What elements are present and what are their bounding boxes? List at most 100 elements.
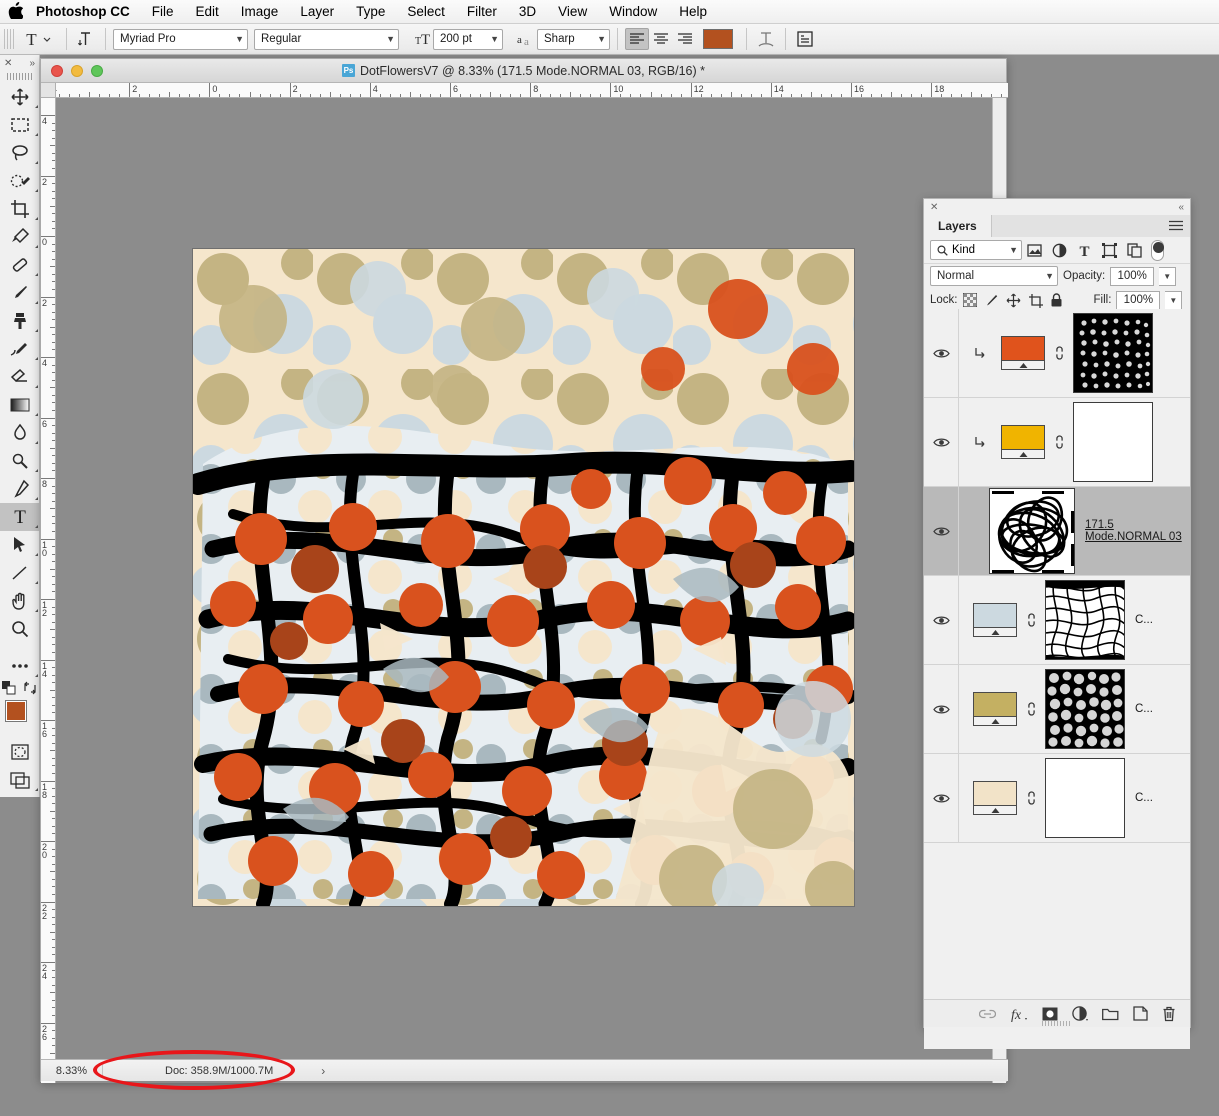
ruler-corner[interactable]: [41, 83, 56, 98]
apple-logo-icon[interactable]: [0, 2, 30, 21]
lock-artboard-icon[interactable]: [1028, 293, 1043, 308]
lasso-tool[interactable]: [0, 139, 40, 167]
double-chevron-right-icon[interactable]: »: [29, 58, 35, 69]
panel-menu-icon[interactable]: [1169, 220, 1183, 231]
artboard[interactable]: [193, 249, 854, 906]
pixel-layer-filter-icon[interactable]: [1022, 239, 1047, 261]
quick-selection-tool[interactable]: [0, 167, 40, 195]
canvas-area[interactable]: [56, 98, 993, 1083]
type-layer-filter-icon[interactable]: T: [1072, 239, 1097, 261]
pen-tool[interactable]: [0, 475, 40, 503]
zoom-level-field[interactable]: 8.33%: [41, 1064, 103, 1077]
layer-thumbnail[interactable]: [973, 781, 1017, 815]
hand-tool[interactable]: [0, 587, 40, 615]
table-row[interactable]: C...: [924, 753, 1190, 843]
lock-transparent-pixels-icon[interactable]: [962, 293, 977, 307]
spot-healing-brush-tool[interactable]: [0, 251, 40, 279]
shape-layer-filter-icon[interactable]: [1097, 239, 1122, 261]
menu-edit[interactable]: Edit: [185, 0, 230, 24]
eraser-tool[interactable]: [0, 363, 40, 391]
lock-image-pixels-icon[interactable]: [984, 293, 999, 308]
text-orientation-icon[interactable]: [74, 28, 98, 50]
dodge-tool[interactable]: [0, 447, 40, 475]
adjustment-layer-filter-icon[interactable]: [1047, 239, 1072, 261]
layer-thumbnail[interactable]: [1001, 336, 1045, 370]
link-icon[interactable]: [1045, 344, 1073, 362]
table-row[interactable]: 171.5 Mode.NORMAL 03: [924, 486, 1190, 576]
fill-input[interactable]: 100%: [1116, 290, 1161, 310]
layer-thumbnail[interactable]: [989, 488, 1075, 574]
align-center-icon[interactable]: [649, 28, 673, 50]
status-expand-arrow-icon[interactable]: ›: [273, 1064, 325, 1078]
layer-thumbnail[interactable]: [1001, 425, 1045, 459]
layer-name-input[interactable]: 171.5 Mode.NORMAL 03: [1075, 519, 1190, 543]
link-icon[interactable]: [1017, 611, 1045, 629]
menu-layer[interactable]: Layer: [289, 0, 345, 24]
menu-image[interactable]: Image: [230, 0, 290, 24]
menu-file[interactable]: File: [141, 0, 185, 24]
clone-stamp-tool[interactable]: [0, 307, 40, 335]
panel-resize-grip[interactable]: [1042, 1021, 1072, 1026]
layer-filter-kind-select[interactable]: Kind ▼: [930, 240, 1022, 260]
horizontal-ruler[interactable]: 4202468101214161820222426: [41, 83, 1008, 98]
rectangular-marquee-tool[interactable]: [0, 111, 40, 139]
anti-alias-select[interactable]: Sharp ▼: [537, 28, 610, 50]
opacity-stepper[interactable]: ▼: [1159, 266, 1177, 286]
menu-view[interactable]: View: [547, 0, 598, 24]
menu-app-name[interactable]: Photoshop CC: [30, 0, 141, 24]
screen-mode-icon[interactable]: [0, 766, 40, 794]
filter-toggle-switch[interactable]: [1151, 239, 1164, 261]
add-layer-mask-icon[interactable]: [1042, 1007, 1058, 1021]
link-layers-icon[interactable]: [979, 1008, 996, 1020]
menu-help[interactable]: Help: [668, 0, 718, 24]
layer-thumbnail[interactable]: [973, 603, 1017, 637]
options-bar-grip[interactable]: [4, 29, 16, 49]
text-color-swatch[interactable]: [703, 29, 733, 49]
layer-mask-thumbnail[interactable]: [1073, 402, 1153, 482]
foreground-color-swatch[interactable]: [5, 700, 27, 722]
line-tool[interactable]: [0, 559, 40, 587]
table-row[interactable]: [924, 397, 1190, 487]
warp-text-icon[interactable]: [754, 28, 778, 50]
table-row[interactable]: [924, 309, 1190, 398]
swap-colors-icon[interactable]: [23, 681, 37, 695]
eye-icon[interactable]: [924, 793, 958, 804]
brush-tool[interactable]: [0, 279, 40, 307]
edit-toolbar-tool[interactable]: [0, 652, 40, 680]
link-icon[interactable]: [1017, 700, 1045, 718]
eye-icon[interactable]: [924, 615, 958, 626]
align-right-icon[interactable]: [673, 28, 697, 50]
fill-stepper[interactable]: ▼: [1165, 290, 1183, 310]
layer-list[interactable]: 171.5 Mode.NORMAL 03 C... C... C...: [924, 309, 1190, 1049]
link-icon[interactable]: [1017, 789, 1045, 807]
eye-icon[interactable]: [924, 437, 958, 448]
double-chevron-left-icon[interactable]: «: [1178, 202, 1184, 213]
eye-icon[interactable]: [924, 526, 958, 537]
blur-tool[interactable]: [0, 419, 40, 447]
document-title-bar[interactable]: Ps DotFlowersV7 @ 8.33% (171.5 Mode.NORM…: [41, 59, 1006, 83]
font-family-select[interactable]: Myriad Pro ▼: [113, 28, 248, 50]
menu-filter[interactable]: Filter: [456, 0, 508, 24]
new-adjustment-layer-icon[interactable]: [1072, 1005, 1088, 1022]
move-tool[interactable]: [0, 83, 40, 111]
layer-mask-thumbnail[interactable]: [1045, 669, 1125, 749]
font-style-select[interactable]: Regular ▼: [254, 28, 399, 50]
crop-tool[interactable]: [0, 195, 40, 223]
path-selection-tool[interactable]: [0, 531, 40, 559]
layer-mask-thumbnail[interactable]: [1045, 580, 1125, 660]
layer-style-fx-icon[interactable]: fx: [1010, 1006, 1028, 1022]
menu-3d[interactable]: 3D: [508, 0, 547, 24]
layer-name-label[interactable]: C...: [1125, 614, 1190, 626]
document-size-status[interactable]: Doc: 358.9M/1000.7M: [103, 1065, 273, 1077]
eyedropper-tool[interactable]: [0, 223, 40, 251]
menu-window[interactable]: Window: [598, 0, 668, 24]
smart-object-filter-icon[interactable]: [1122, 239, 1147, 261]
menu-type[interactable]: Type: [345, 0, 396, 24]
quick-mask-icon[interactable]: [0, 738, 40, 766]
align-left-icon[interactable]: [625, 28, 649, 50]
tab-layers[interactable]: Layers: [924, 215, 992, 237]
active-tool-preset-button[interactable]: T: [19, 28, 55, 50]
layer-mask-thumbnail[interactable]: [1045, 758, 1125, 838]
vertical-ruler[interactable]: 4202468101214161820222426: [41, 98, 56, 1083]
table-row[interactable]: C...: [924, 575, 1190, 665]
